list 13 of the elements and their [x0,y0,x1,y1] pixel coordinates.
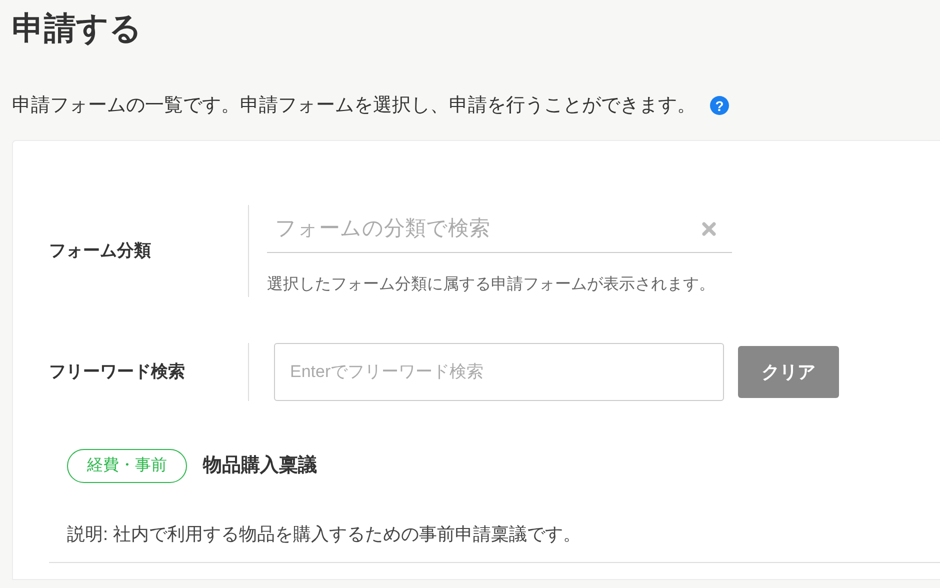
filter-label: フリーワード検索 [49,361,186,384]
keyword-search-field[interactable]: Enterでフリーワード検索 [274,343,724,402]
form-description: 説明: 社内で利用する物品を購入するための事前申請稟議です。 [67,523,582,546]
page-title: 申請する [12,9,143,48]
category-search-field[interactable]: フォームの分類で検索 [267,205,732,254]
hint-text: 選択したフォーム分類に属する申請フォームが表示されます。 [267,274,716,296]
clear-icon[interactable] [702,222,716,236]
help-icon[interactable]: ? [710,96,729,116]
clear-button[interactable]: クリア [738,346,839,398]
category-tag: 経費・事前 [67,449,187,484]
form-title[interactable]: 物品購入稟議 [203,452,317,480]
filter-label: フォーム分類 [49,240,152,262]
page-description: 申請フォームの一覧です。申請フォームを選択し、申請を行うことができます。 [12,94,696,118]
